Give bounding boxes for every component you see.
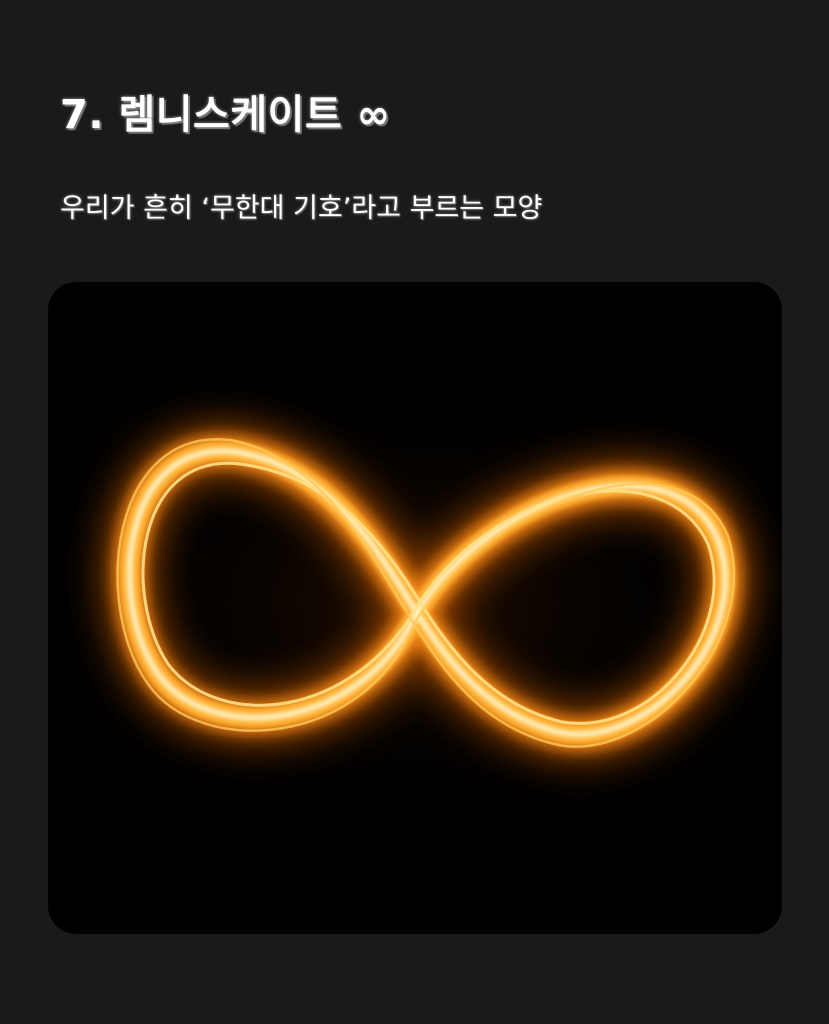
fiery-infinity-icon [75, 372, 756, 832]
infinity-image [48, 282, 782, 934]
page-subtitle: 우리가 흔히 ‘무한대 기호’라고 부르는 모양 [60, 193, 543, 224]
page-title: 7. 렘니스케이트 ∞ [60, 92, 391, 138]
